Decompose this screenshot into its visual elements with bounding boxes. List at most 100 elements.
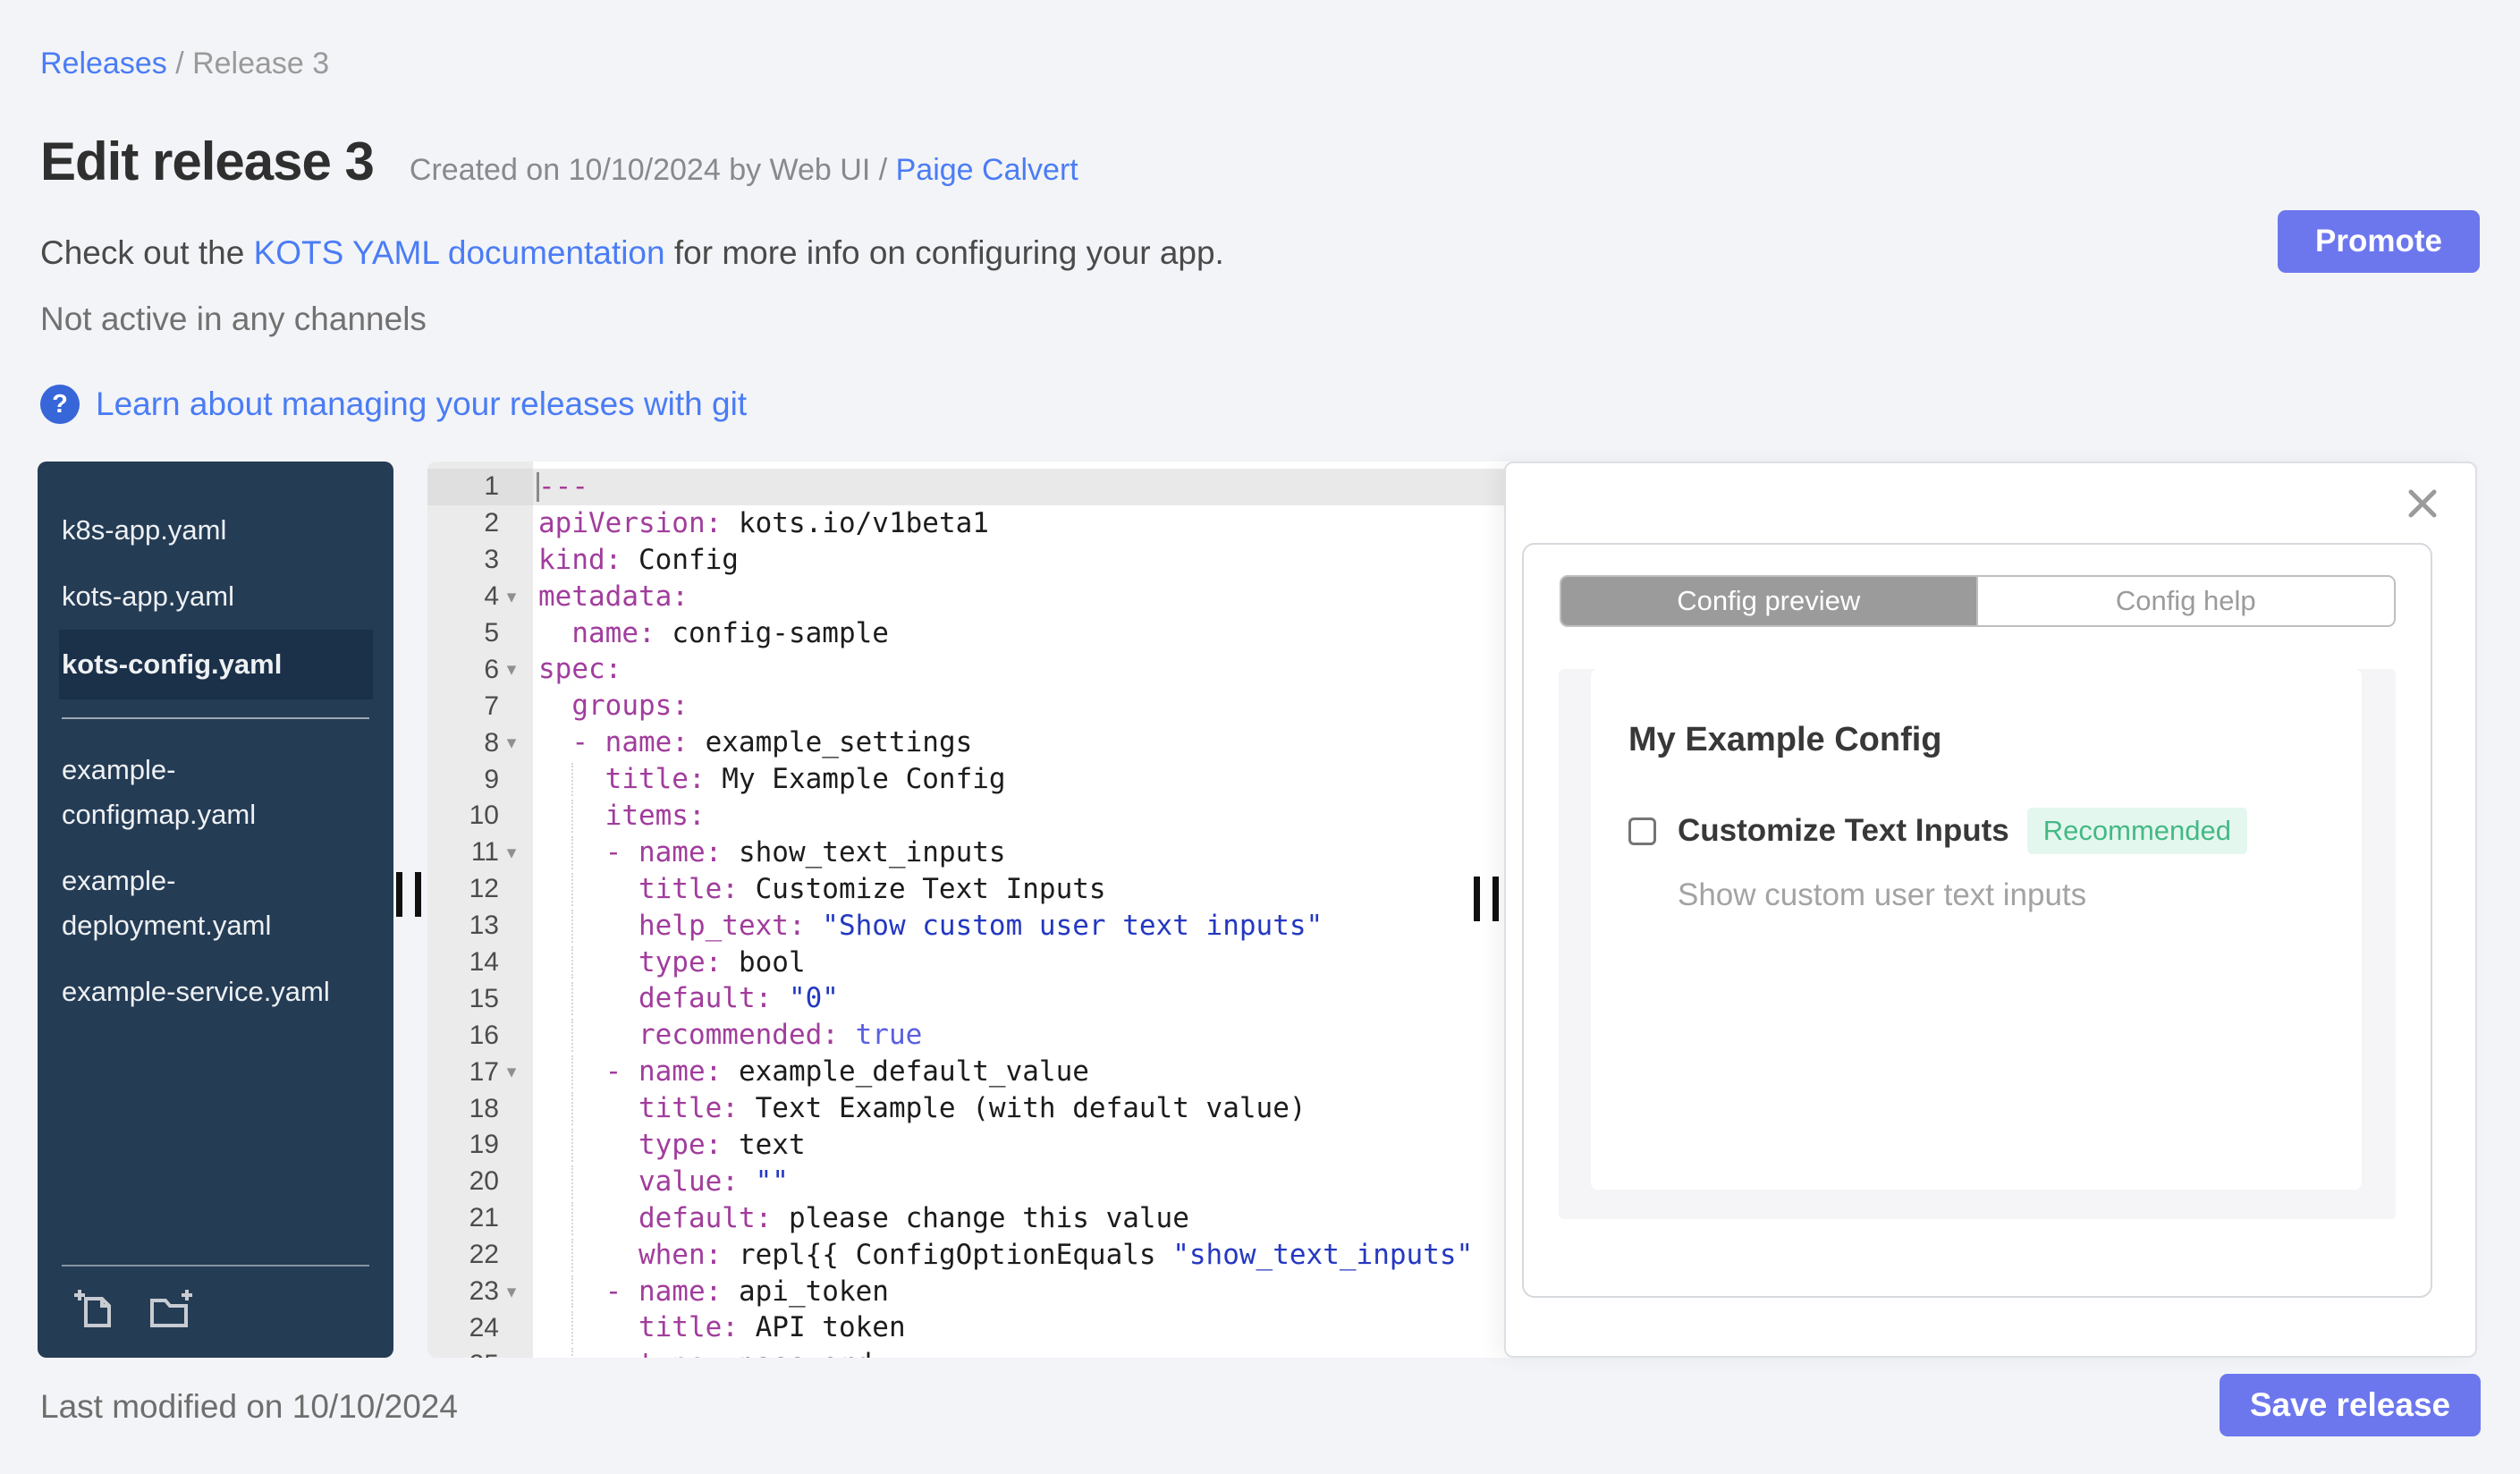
sidebar-file-item[interactable]: example-deployment.yaml xyxy=(38,848,393,959)
recommended-badge: Recommended xyxy=(2026,808,2247,854)
gutter-cell: 8 ▾ xyxy=(427,724,533,762)
line-number: 25 xyxy=(427,1350,499,1358)
gutter-cell: 5 xyxy=(427,614,533,652)
gutter-cell: 1 xyxy=(427,469,533,505)
sidebar-file-item[interactable]: k8s-app.yaml xyxy=(38,497,393,563)
breadcrumb: Releases / Release 3 xyxy=(40,47,329,81)
indent-guide xyxy=(571,909,574,943)
file-name-text: configmap.yaml xyxy=(62,799,257,830)
file-tree-sidebar: k8s-app.yaml kots-app.yaml kots-config.yam… xyxy=(38,462,393,1358)
config-item-help-text: Show custom user text inputs xyxy=(1678,877,2087,912)
line-number: 19 xyxy=(469,1130,499,1160)
git-releases-link[interactable]: Learn about managing your releases with … xyxy=(96,385,747,423)
breadcrumb-current: Release 3 xyxy=(192,47,330,80)
indent-guide xyxy=(571,945,574,979)
line-number: 7 xyxy=(484,690,499,721)
docs-line: Check out the KOTS YAML documentation fo… xyxy=(40,234,1224,272)
page-title: Edit release 3 xyxy=(40,131,375,191)
text-cursor xyxy=(537,472,539,502)
title-row: Edit release 3 Created on 10/10/2024 by … xyxy=(40,131,1078,192)
save-release-button[interactable]: Save release xyxy=(2220,1374,2481,1436)
line-number: 17 xyxy=(469,1056,499,1087)
new-file-icon[interactable] xyxy=(73,1288,118,1331)
sidebar-resize-handle[interactable] xyxy=(396,872,421,917)
line-number: 15 xyxy=(469,983,499,1013)
indent-guide xyxy=(571,1019,574,1053)
line-number: 20 xyxy=(469,1166,499,1197)
kots-yaml-docs-link[interactable]: KOTS YAML documentation xyxy=(254,234,665,271)
author-link[interactable]: Paige Calvert xyxy=(896,153,1078,187)
line-number: 18 xyxy=(469,1093,499,1123)
breadcrumb-releases-link[interactable]: Releases xyxy=(40,47,167,80)
tab-config-help[interactable]: Config help xyxy=(1976,577,2394,625)
indent-guide xyxy=(571,1092,574,1126)
file-name-text: k8s-app.yaml xyxy=(62,514,227,546)
gutter-cell: 23 ▾ xyxy=(427,1273,533,1310)
line-number: 3 xyxy=(484,545,499,575)
gutter-cell: 11 ▾ xyxy=(427,834,533,871)
indent-guide xyxy=(571,1348,574,1358)
gutter-cell: 17 ▾ xyxy=(427,1054,533,1091)
promote-button[interactable]: Promote xyxy=(2278,210,2480,273)
new-folder-icon[interactable] xyxy=(148,1288,195,1331)
file-name-text: deployment.yaml xyxy=(62,910,272,941)
sidebar-bottom xyxy=(38,1265,393,1358)
indent-guide xyxy=(571,1165,574,1199)
indent-guide xyxy=(571,1129,574,1162)
line-number: 2 xyxy=(484,508,499,538)
sidebar-file-item[interactable]: kots-app.yaml xyxy=(38,563,393,630)
preview-tab-group: Config preview Config help xyxy=(1559,575,2396,627)
git-help-row[interactable]: ? Learn about managing your releases wit… xyxy=(40,385,747,424)
indent-guide xyxy=(571,1201,574,1235)
sidebar-file-item[interactable]: kots-config.yaml xyxy=(59,630,373,699)
release-editor-page: Releases / Release 3 Edit release 3 Crea… xyxy=(0,0,2520,1474)
customize-text-inputs-checkbox[interactable] xyxy=(1628,817,1656,845)
line-number: 9 xyxy=(484,764,499,794)
gutter-cell: 15 xyxy=(427,980,533,1018)
last-modified-text: Last modified on 10/10/2024 xyxy=(40,1388,458,1425)
config-preview-panel: Config preview Config help My Example Co… xyxy=(1504,462,2477,1358)
panel-resize-handle[interactable] xyxy=(1474,877,1499,921)
line-number: 24 xyxy=(469,1312,499,1343)
fold-arrow-icon[interactable]: ▾ xyxy=(499,732,524,754)
fold-arrow-icon[interactable]: ▾ xyxy=(499,658,524,681)
fold-arrow-icon[interactable]: ▾ xyxy=(499,586,524,608)
gutter-cell: 4 ▾ xyxy=(427,578,533,615)
indent-guide xyxy=(571,763,574,797)
created-on-prefix: Created on 10/10/2024 by Web UI / xyxy=(409,153,896,187)
fold-arrow-icon[interactable]: ▾ xyxy=(499,1061,524,1083)
sidebar-file-item[interactable]: example-configmap.yaml xyxy=(38,737,393,848)
gutter-cell: 14 xyxy=(427,944,533,981)
fold-arrow-icon[interactable]: ▾ xyxy=(499,842,524,864)
line-number: 14 xyxy=(469,947,499,978)
file-name-text: example-service.yaml xyxy=(62,976,330,1007)
indent-guide xyxy=(571,1238,574,1272)
line-number: 13 xyxy=(469,911,499,941)
gutter-cell: 16 xyxy=(427,1017,533,1055)
line-number: 4 xyxy=(484,581,499,612)
indent-guide xyxy=(571,872,574,906)
gutter-cell: 18 xyxy=(427,1090,533,1128)
line-number: 16 xyxy=(469,1020,499,1050)
gutter-cell: 19 xyxy=(427,1127,533,1164)
line-number: 12 xyxy=(469,874,499,904)
help-icon: ? xyxy=(40,385,80,424)
config-group-title: My Example Config xyxy=(1628,721,1942,758)
file-name-text: kots-config.yaml xyxy=(62,648,283,680)
line-number: 11 xyxy=(470,837,499,868)
config-item-label: Customize Text Inputs xyxy=(1678,813,2009,848)
close-icon[interactable] xyxy=(2406,487,2440,521)
gutter-cell: 2 xyxy=(427,504,533,542)
docs-suffix: for more info on configuring your app. xyxy=(664,234,1224,271)
breadcrumb-separator: / xyxy=(166,47,193,80)
indent-guide xyxy=(571,1311,574,1345)
indent-guide xyxy=(571,800,574,833)
fold-arrow-icon[interactable]: ▾ xyxy=(499,1281,524,1303)
gutter-cell: 10 xyxy=(427,798,533,834)
sidebar-file-item[interactable]: example-service.yaml xyxy=(38,959,393,1025)
file-name-text: example- xyxy=(62,865,176,896)
indent-guide xyxy=(571,982,574,1016)
docs-prefix: Check out the xyxy=(40,234,254,271)
config-group-card: My Example Config Customize Text Inputs … xyxy=(1591,669,2362,1190)
tab-config-preview[interactable]: Config preview xyxy=(1560,577,1976,625)
